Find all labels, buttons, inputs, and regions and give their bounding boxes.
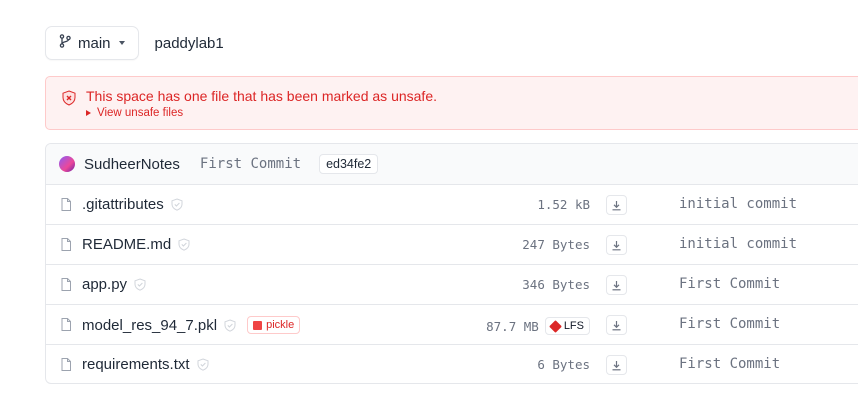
file-size: 87.7 MB [486,318,539,334]
download-button[interactable] [606,235,627,255]
file-icon [61,238,71,256]
download-button[interactable] [606,195,627,215]
download-icon [612,240,621,250]
alert-message: This space has one file that has been ma… [86,88,437,104]
file-icon [61,318,71,336]
chevron-down-icon [118,41,125,45]
lfs-icon [548,319,562,333]
triangle-right-icon [86,110,91,116]
file-name-link[interactable]: requirements.txt [82,356,190,373]
download-icon [612,360,621,370]
unsafe-files-alert: This space has one file that has been ma… [45,76,858,130]
safe-shield-icon [178,238,190,251]
file-size: 6 Bytes [537,357,590,372]
row-commit-message-link[interactable]: First Commit [679,356,780,372]
file-size: 1.52 kB [537,197,590,212]
file-row: requirements.txt 6 Bytes First Commit [46,345,858,383]
file-row: model_res_94_7.pkl pickle 87.7 MB LFS Fi… [46,305,858,345]
row-commit-message-link[interactable]: First Commit [679,276,780,292]
download-icon [612,200,621,210]
file-icon [61,358,71,376]
file-icon [61,278,71,296]
commit-author-link[interactable]: SudheerNotes [84,156,180,173]
safe-shield-icon [134,278,146,291]
download-button[interactable] [606,315,627,335]
file-icon [61,198,71,216]
download-button[interactable] [606,275,627,295]
file-name-link[interactable]: app.py [82,276,127,293]
last-commit-header: SudheerNotes First Commit ed34fe2 [46,144,858,185]
view-unsafe-files-label: View unsafe files [97,107,184,119]
commit-hash-link[interactable]: ed34fe2 [319,154,379,174]
download-icon [612,320,621,330]
safe-shield-icon [171,198,183,211]
pickle-badge-label: pickle [266,319,295,331]
lfs-badge: LFS [544,317,590,335]
shield-x-icon [62,90,76,111]
file-name-link[interactable]: README.md [82,236,171,253]
download-icon [612,280,621,290]
row-commit-message-link[interactable]: initial commit [679,196,797,212]
view-unsafe-files-toggle[interactable]: View unsafe files [86,107,183,119]
safe-shield-icon [224,318,236,332]
branch-bar: main paddylab1 [45,26,224,60]
file-size: 247 Bytes [522,237,590,252]
pickle-badge[interactable]: pickle [247,316,301,334]
avatar [59,156,75,172]
file-row: README.md 247 Bytes initial commit [46,225,858,265]
file-name-link[interactable]: model_res_94_7.pkl [82,317,217,334]
branch-selector-button[interactable]: main [45,26,139,60]
file-table: SudheerNotes First Commit ed34fe2 .gitat… [45,143,858,384]
branch-name: main [78,34,111,52]
pickle-warning-icon [253,320,263,330]
row-commit-message-link[interactable]: initial commit [679,236,797,252]
repo-name: paddylab1 [154,34,224,52]
file-row: app.py 346 Bytes First Commit [46,265,858,305]
lfs-badge-label: LFS [563,320,584,332]
row-commit-message-link[interactable]: First Commit [679,316,780,332]
commit-message: First Commit [199,156,302,172]
git-branch-icon [59,33,71,53]
download-button[interactable] [606,355,627,375]
file-name-link[interactable]: .gitattributes [82,196,164,213]
safe-shield-icon [197,358,209,371]
file-row: .gitattributes 1.52 kB initial commit [46,185,858,225]
file-size: 346 Bytes [522,277,590,292]
